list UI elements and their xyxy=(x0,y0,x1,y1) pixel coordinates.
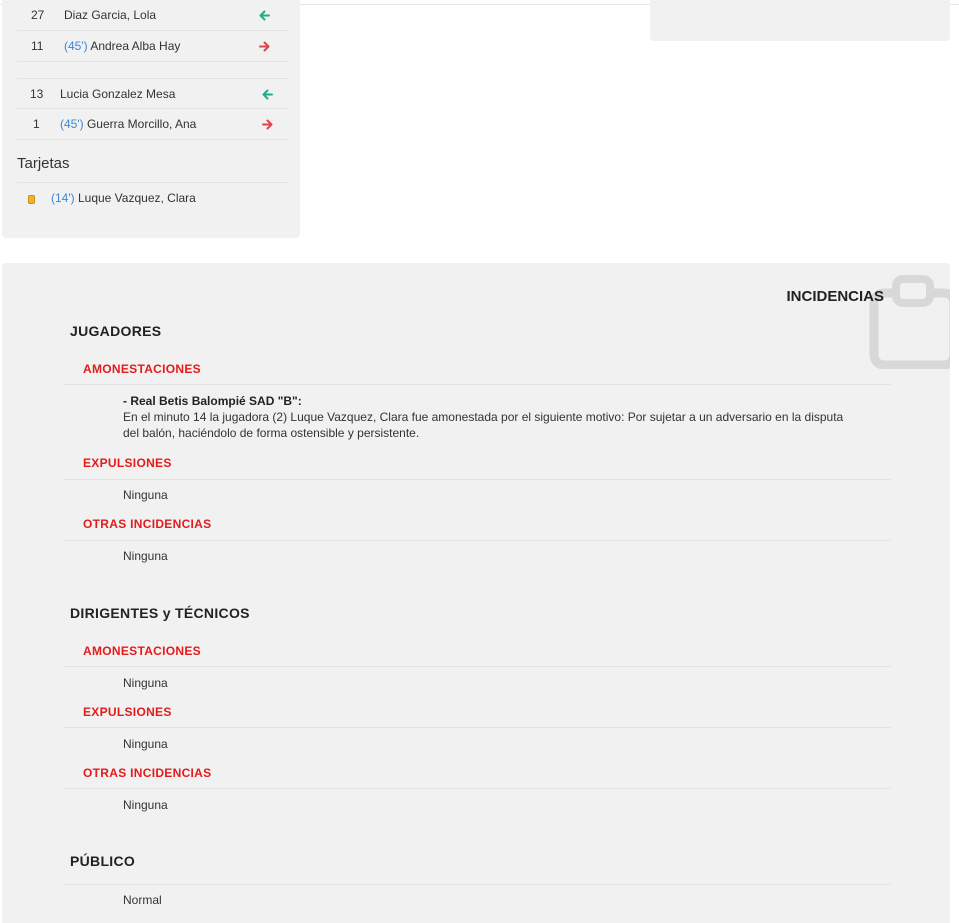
player-number: 13 xyxy=(30,87,44,101)
divider xyxy=(64,884,891,885)
team-name: - Real Betis Balompié SAD "B": xyxy=(123,394,302,408)
player-name: Luque Vazquez, Clara xyxy=(74,191,196,205)
player-number: 11 xyxy=(31,39,44,53)
subsection-expulsiones: EXPULSIONES xyxy=(83,705,172,719)
subsection-amonestaciones: AMONESTACIONES xyxy=(83,362,201,376)
player-entry: (14') Luque Vazquez, Clara xyxy=(51,183,196,214)
divider xyxy=(64,540,891,541)
subsection-amonestaciones: AMONESTACIONES xyxy=(83,644,201,658)
cards-title: Tarjetas xyxy=(17,155,70,172)
player-name: Andrea Alba Hay xyxy=(87,39,181,53)
player-name: Diaz Garcia, Lola xyxy=(64,8,157,22)
arrow-right-icon xyxy=(262,119,273,130)
incidencias-title: INCIDENCIAS xyxy=(786,288,884,305)
amonestacion-text: En el minuto 14 la jugadora (2) Luque Va… xyxy=(123,410,844,440)
right-panel xyxy=(650,0,950,41)
player-number: 1 xyxy=(33,117,40,131)
player-entry: (45') Andrea Alba Hay xyxy=(64,31,180,62)
expulsiones-value: Ninguna xyxy=(123,488,168,502)
subsection-otras-incidencias: OTRAS INCIDENCIAS xyxy=(83,517,212,531)
section-title-jugadores: JUGADORES xyxy=(70,323,162,339)
substitution-row: 27 Diaz Garcia, Lola xyxy=(17,0,289,31)
substitution-row: 1 (45') Guerra Morcillo, Ana xyxy=(17,109,289,140)
arrow-right-icon xyxy=(259,41,270,52)
divider xyxy=(64,788,891,789)
subsection-otras-incidencias: OTRAS INCIDENCIAS xyxy=(83,766,212,780)
divider xyxy=(64,479,891,480)
divider xyxy=(64,666,891,667)
divider xyxy=(64,727,891,728)
arrow-left-icon xyxy=(259,10,270,21)
otras-incidencias-value: Ninguna xyxy=(123,798,168,812)
card-row: (14') Luque Vazquez, Clara xyxy=(17,182,289,213)
section-title-publico: PÚBLICO xyxy=(70,853,136,869)
event-minute: (14') xyxy=(51,191,75,205)
event-minute: (45') xyxy=(60,117,84,131)
section-title-dirigentes: DIRIGENTES y TÉCNICOS xyxy=(70,605,250,621)
clipboard-icon xyxy=(869,275,950,369)
expulsiones-value: Ninguna xyxy=(123,737,168,751)
match-events-panel: 27 Diaz Garcia, Lola 11 (45') Andrea Alb… xyxy=(2,0,300,238)
arrow-left-icon xyxy=(262,89,273,100)
substitution-row: 13 Lucia Gonzalez Mesa xyxy=(17,78,289,109)
subsection-expulsiones: EXPULSIONES xyxy=(83,456,172,470)
substitution-row: 11 (45') Andrea Alba Hay xyxy=(17,31,289,62)
amonestaciones-value: Ninguna xyxy=(123,676,168,690)
player-entry: (45') Guerra Morcillo, Ana xyxy=(60,109,196,140)
publico-value: Normal xyxy=(123,893,162,907)
yellow-card-icon xyxy=(28,195,35,204)
player-number: 27 xyxy=(31,8,45,22)
player-name: Lucia Gonzalez Mesa xyxy=(60,87,176,101)
otras-incidencias-value: Ninguna xyxy=(123,549,168,563)
player-name: Guerra Morcillo, Ana xyxy=(83,117,197,131)
amonestacion-entry: - Real Betis Balompié SAD "B": En el min… xyxy=(123,393,858,441)
incidencias-panel: INCIDENCIAS JUGADORES AMONESTACIONES - R… xyxy=(2,263,950,923)
divider xyxy=(64,384,891,385)
event-minute: (45') xyxy=(64,39,88,53)
